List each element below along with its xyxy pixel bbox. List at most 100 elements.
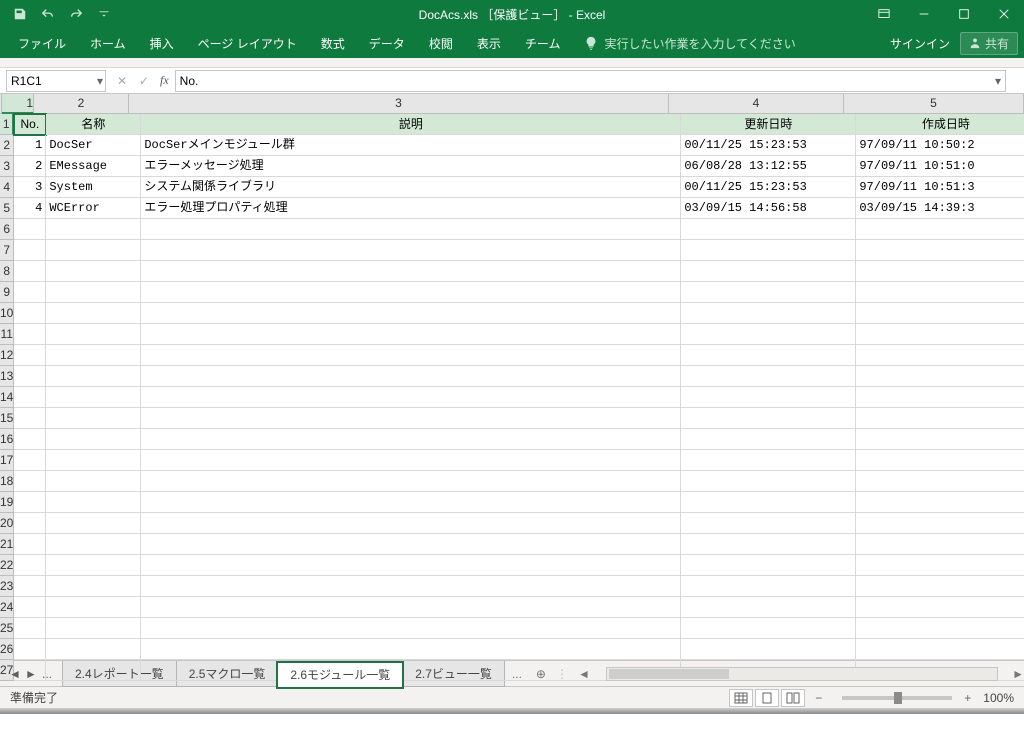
cell[interactable] [14,282,46,303]
cell[interactable] [14,387,46,408]
cell[interactable]: 1 [14,135,46,156]
row-header[interactable]: 2 [0,135,14,156]
minimize-icon[interactable] [904,0,944,28]
cell[interactable]: 06/08/28 13:12:55 [681,156,856,177]
cell[interactable]: エラー処理プロパティ処理 [141,198,681,219]
cell[interactable] [14,492,46,513]
cell[interactable]: 97/09/11 10:50:2 [856,135,1024,156]
cell[interactable] [141,387,681,408]
row-header[interactable]: 4 [0,177,14,198]
row-header[interactable]: 26 [0,639,14,660]
close-icon[interactable] [984,0,1024,28]
row-header[interactable]: 20 [0,513,14,534]
cell[interactable]: 名称 [46,114,141,135]
cell[interactable] [46,618,141,639]
cell[interactable] [141,618,681,639]
row-header[interactable]: 15 [0,408,14,429]
tab-team[interactable]: チーム [513,28,573,58]
cell[interactable] [681,618,856,639]
cell[interactable] [856,387,1024,408]
col-header[interactable]: 3 [129,94,669,114]
row-header[interactable]: 16 [0,429,14,450]
cell[interactable] [141,324,681,345]
formula-input[interactable]: No. ▾ [175,70,1006,92]
cell[interactable] [141,303,681,324]
zoom-out-icon[interactable]: − [815,691,822,705]
cell[interactable] [681,261,856,282]
cell[interactable] [14,345,46,366]
cell[interactable] [856,492,1024,513]
cell[interactable] [141,282,681,303]
cell[interactable] [141,261,681,282]
cell[interactable] [14,408,46,429]
cell[interactable] [14,618,46,639]
cell[interactable] [856,261,1024,282]
row-header[interactable]: 8 [0,261,14,282]
cell[interactable] [141,366,681,387]
cell[interactable] [681,555,856,576]
cell[interactable] [14,576,46,597]
undo-icon[interactable] [36,2,60,26]
cell[interactable] [856,639,1024,660]
cell[interactable] [681,576,856,597]
col-header[interactable]: 1 [2,94,34,114]
cell[interactable]: エラーメッセージ処理 [141,156,681,177]
row-header[interactable]: 25 [0,618,14,639]
cell[interactable] [856,534,1024,555]
cell[interactable] [681,282,856,303]
horizontal-scrollbar[interactable] [606,667,998,681]
row-header[interactable]: 11 [0,324,14,345]
cell[interactable]: 作成日時 [856,114,1024,135]
qat-customize-icon[interactable] [92,2,116,26]
cell[interactable] [14,324,46,345]
cell[interactable] [681,219,856,240]
tab-home[interactable]: ホーム [78,28,138,58]
cell[interactable] [681,324,856,345]
cell[interactable] [681,492,856,513]
cell[interactable] [46,639,141,660]
cell[interactable] [46,408,141,429]
cell[interactable] [141,219,681,240]
row-header[interactable]: 10 [0,303,14,324]
tab-data[interactable]: データ [357,28,417,58]
cell[interactable]: 03/09/15 14:56:58 [681,198,856,219]
cell[interactable] [46,219,141,240]
cell[interactable] [681,597,856,618]
cell[interactable] [46,576,141,597]
row-header[interactable]: 1 [0,114,14,135]
zoom-level[interactable]: 100% [983,691,1014,705]
cell[interactable] [14,429,46,450]
share-button[interactable]: 共有 [960,32,1018,55]
cell[interactable] [141,660,681,681]
cell[interactable] [681,534,856,555]
cell[interactable]: 2 [14,156,46,177]
cell[interactable] [14,219,46,240]
cell[interactable] [141,534,681,555]
name-box[interactable]: R1C1 ▾ [6,70,106,92]
sheet-tab[interactable]: 2.6モジュール一覧 [277,662,403,688]
cell[interactable]: 4 [14,198,46,219]
cell[interactable] [681,240,856,261]
view-pagebreak-icon[interactable] [781,689,805,707]
cell[interactable] [681,471,856,492]
tab-insert[interactable]: 挿入 [138,28,186,58]
cell[interactable] [856,408,1024,429]
cell[interactable] [681,408,856,429]
cell[interactable] [681,429,856,450]
cell[interactable] [14,534,46,555]
cell[interactable]: DocSer [46,135,141,156]
tell-me-search[interactable]: 実行したい作業を入力してください [572,35,795,52]
cell[interactable] [681,303,856,324]
cell[interactable] [46,513,141,534]
cell[interactable] [856,240,1024,261]
cell[interactable] [856,618,1024,639]
zoom-in-icon[interactable]: + [964,691,971,705]
cell[interactable] [46,282,141,303]
cell[interactable] [46,345,141,366]
cell[interactable] [681,639,856,660]
tab-formulas[interactable]: 数式 [309,28,357,58]
cell[interactable] [46,429,141,450]
cell[interactable]: System [46,177,141,198]
cell[interactable]: 00/11/25 15:23:53 [681,177,856,198]
cell[interactable] [856,555,1024,576]
